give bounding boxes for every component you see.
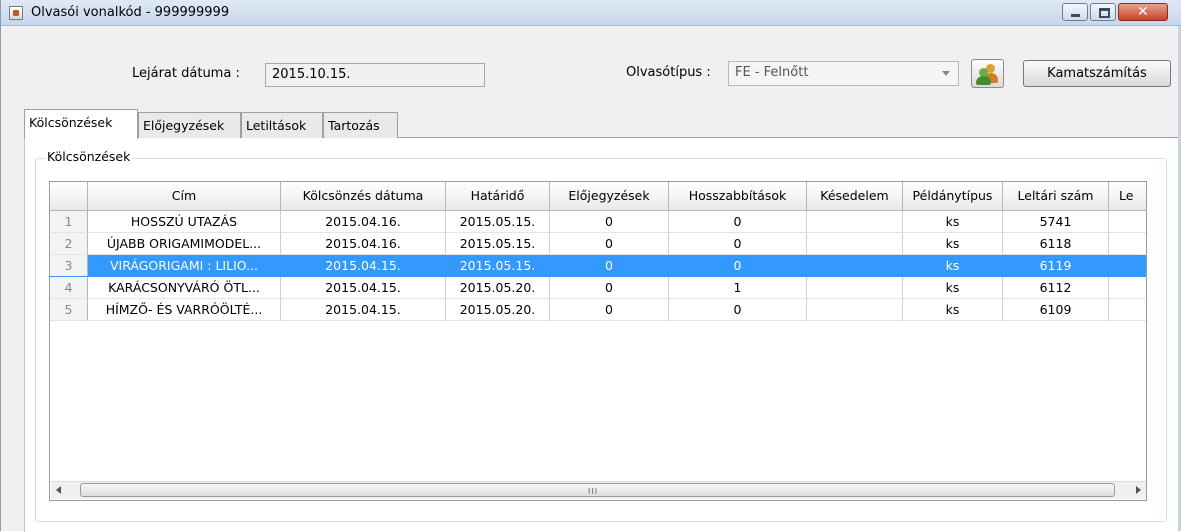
cell-due-date: 2015.05.15. [446, 233, 550, 255]
loans-table[interactable]: Cím Kölcsönzés dátuma Határidő Előjegyzé… [49, 181, 1147, 501]
cell-copy-type: ks [903, 277, 1003, 299]
column-header-loan-date[interactable]: Kölcsönzés dátuma [281, 182, 446, 211]
cell-delay [807, 255, 903, 277]
cell-extensions: 1 [669, 277, 807, 299]
cell-copy-type: ks [903, 255, 1003, 277]
close-icon: ✕ [1137, 4, 1149, 20]
cell-extensions: 0 [669, 255, 807, 277]
cell-copy-type: ks [903, 233, 1003, 255]
cell-extensions: 0 [669, 299, 807, 321]
reader-type-select[interactable]: FE - Felnőtt [728, 61, 959, 86]
table-row[interactable]: 5 HÍMZŐ- ÉS VARRÓÖLTÉ... 2015.04.15. 201… [50, 299, 1146, 321]
cell-loan-date: 2015.04.15. [281, 255, 446, 277]
column-header-due-date[interactable]: Határidő [446, 182, 550, 211]
window-title: Olvasói vonalkód - 999999999 [31, 5, 230, 20]
tab-loans[interactable]: Kölcsönzések [24, 109, 138, 139]
java-cup-icon [9, 6, 23, 20]
cell-extensions: 0 [669, 233, 807, 255]
cell-inventory-number: 6119 [1003, 255, 1109, 277]
column-header-extensions[interactable]: Hosszabbítások [669, 182, 807, 211]
row-number: 3 [50, 255, 88, 277]
cell-due-date: 2015.05.15. [446, 255, 550, 277]
table-row-selected[interactable]: 3 VIRÁGORIGAMI : LILIO... 2015.04.15. 20… [50, 255, 1146, 277]
cell-delay [807, 277, 903, 299]
cell-delay [807, 211, 903, 233]
main-window: Olvasói vonalkód - 999999999 ✕ Lejárat d… [0, 0, 1181, 532]
cell-reservations: 0 [550, 277, 669, 299]
cell-loan-date: 2015.04.15. [281, 277, 446, 299]
column-header-truncated[interactable]: Le [1109, 182, 1146, 211]
interest-calculation-button[interactable]: Kamatszámítás [1023, 60, 1171, 87]
cell-title: HÍMZŐ- ÉS VARRÓÖLTÉ... [88, 299, 281, 321]
column-header-rownum [50, 182, 88, 211]
reader-type-label: Olvasótípus : [626, 65, 711, 80]
table-row[interactable]: 1 HOSSZÚ UTAZÁS 2015.04.16. 2015.05.15. … [50, 211, 1146, 233]
row-number: 5 [50, 299, 88, 321]
cell-due-date: 2015.05.20. [446, 299, 550, 321]
cell-due-date: 2015.05.20. [446, 277, 550, 299]
column-header-delay[interactable]: Késedelem [807, 182, 903, 211]
column-header-title[interactable]: Cím [88, 182, 281, 211]
cell-inventory-number: 6112 [1003, 277, 1109, 299]
title-bar[interactable]: Olvasói vonalkód - 999999999 ✕ [1, 0, 1181, 26]
table-row[interactable]: 2 ÚJABB ORIGAMIMODEL... 2015.04.16. 2015… [50, 233, 1146, 255]
table-row[interactable]: 4 KARÁCSONYVÁRÓ ÖTL... 2015.04.15. 2015.… [50, 277, 1146, 299]
cell-extensions: 0 [669, 211, 807, 233]
minimize-button[interactable] [1062, 3, 1088, 21]
cell-title: HOSSZÚ UTAZÁS [88, 211, 281, 233]
reader-type-value: FE - Felnőtt [735, 65, 809, 80]
maximize-icon [1099, 8, 1110, 18]
cell-truncated [1109, 277, 1146, 299]
tab-reservations[interactable]: Előjegyzések [138, 112, 241, 138]
scroll-left-icon[interactable] [56, 486, 61, 494]
loans-group-title: Kölcsönzések [45, 149, 133, 164]
expiry-date-field[interactable]: 2015.10.15. [265, 63, 485, 87]
expiry-date-label: Lejárat dátuma : [132, 66, 240, 81]
cell-delay [807, 233, 903, 255]
close-button[interactable]: ✕ [1118, 3, 1168, 21]
cell-title: ÚJABB ORIGAMIMODEL... [88, 233, 281, 255]
cell-loan-date: 2015.04.15. [281, 299, 446, 321]
minimize-icon [1071, 14, 1080, 17]
row-number: 2 [50, 233, 88, 255]
horizontal-scrollbar[interactable]: III [51, 481, 1146, 499]
cell-title: KARÁCSONYVÁRÓ ÖTL... [88, 277, 281, 299]
cell-reservations: 0 [550, 233, 669, 255]
scrollbar-thumb[interactable]: III [80, 483, 1115, 497]
cell-truncated [1109, 211, 1146, 233]
row-number: 4 [50, 277, 88, 299]
scroll-right-icon[interactable] [1136, 486, 1141, 494]
maximize-button[interactable] [1090, 3, 1116, 21]
cell-due-date: 2015.05.15. [446, 211, 550, 233]
cell-title: VIRÁGORIGAMI : LILIO... [88, 255, 281, 277]
cell-copy-type: ks [903, 299, 1003, 321]
cell-delay [807, 299, 903, 321]
cell-inventory-number: 5741 [1003, 211, 1109, 233]
cell-reservations: 0 [550, 255, 669, 277]
reader-details-button[interactable] [971, 59, 1004, 88]
cell-copy-type: ks [903, 211, 1003, 233]
chevron-down-icon [942, 71, 950, 76]
scrollbar-grip: III [588, 487, 599, 496]
cell-truncated [1109, 299, 1146, 321]
row-number: 1 [50, 211, 88, 233]
column-header-reservations[interactable]: Előjegyzések [550, 182, 669, 211]
cell-truncated [1109, 255, 1146, 277]
cell-inventory-number: 6109 [1003, 299, 1109, 321]
tab-blocks[interactable]: Letiltások [241, 112, 323, 138]
column-header-copy-type[interactable]: Példánytípus [903, 182, 1003, 211]
cell-loan-date: 2015.04.16. [281, 211, 446, 233]
cell-inventory-number: 6118 [1003, 233, 1109, 255]
cell-truncated [1109, 233, 1146, 255]
tab-debt[interactable]: Tartozás [323, 112, 398, 138]
cell-reservations: 0 [550, 211, 669, 233]
cell-loan-date: 2015.04.16. [281, 233, 446, 255]
cell-reservations: 0 [550, 299, 669, 321]
column-header-inventory-number[interactable]: Leltári szám [1003, 182, 1109, 211]
